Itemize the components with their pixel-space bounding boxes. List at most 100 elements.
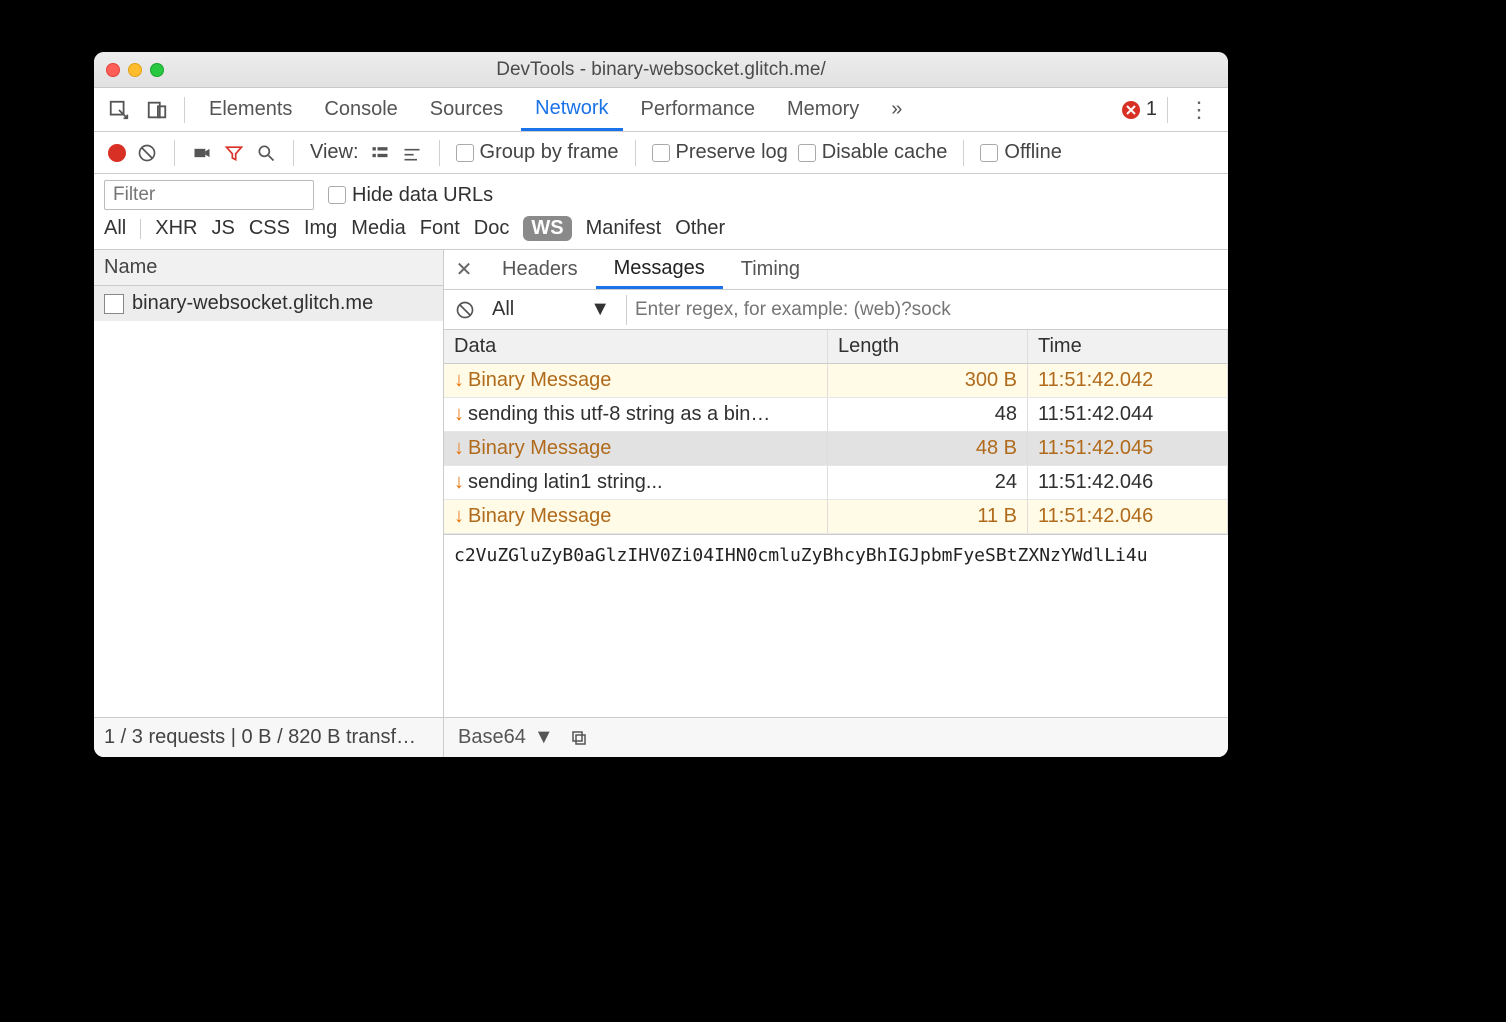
filter-type-manifest[interactable]: Manifest (586, 217, 662, 240)
disable-cache-checkbox[interactable]: Disable cache (798, 141, 948, 164)
messages-toolbar: All ▼ (444, 290, 1228, 330)
encoding-select[interactable]: Base64 ▼ (458, 726, 554, 749)
separator (174, 140, 175, 166)
clear-messages-icon[interactable] (454, 299, 476, 321)
tab-sources[interactable]: Sources (416, 88, 517, 131)
filter-icon[interactable] (223, 142, 245, 164)
direction-filter-select[interactable]: All ▼ (486, 295, 616, 325)
separator (963, 140, 964, 166)
message-time: 11:51:42.045 (1028, 432, 1228, 465)
request-summary: 1 / 3 requests | 0 B / 820 B transf… (94, 718, 444, 757)
filter-type-xhr[interactable]: XHR (155, 217, 197, 240)
close-detail-button[interactable]: ✕ (444, 257, 484, 282)
message-regex-input[interactable] (626, 295, 1218, 325)
filter-type-other[interactable]: Other (675, 217, 725, 240)
filter-type-ws[interactable]: WS (523, 216, 571, 241)
tab-elements[interactable]: Elements (195, 88, 306, 131)
message-data: Binary Message (468, 369, 611, 391)
offline-checkbox[interactable]: Offline (980, 141, 1061, 164)
window-controls (106, 63, 164, 77)
separator (293, 140, 294, 166)
message-row[interactable]: ↓sending this utf-8 string as a bin…4811… (444, 398, 1228, 432)
camera-icon[interactable] (191, 142, 213, 164)
arrow-down-icon: ↓ (454, 369, 464, 392)
subtab-headers[interactable]: Headers (484, 250, 596, 289)
view-label: View: (310, 141, 359, 164)
filter-type-doc[interactable]: Doc (474, 217, 510, 240)
message-length: 48 (828, 398, 1028, 431)
filter-type-media[interactable]: Media (351, 217, 405, 240)
message-data: sending latin1 string... (468, 471, 663, 493)
col-data[interactable]: Data (444, 330, 828, 363)
tab-network[interactable]: Network (521, 88, 622, 131)
minimize-window-button[interactable] (128, 63, 142, 77)
record-button[interactable] (108, 144, 126, 162)
request-list-pane: Name binary-websocket.glitch.me (94, 250, 444, 717)
col-time[interactable]: Time (1028, 330, 1228, 363)
detail-pane: ✕ Headers Messages Timing All ▼ (444, 250, 1228, 717)
arrow-down-icon: ↓ (454, 471, 464, 494)
request-row[interactable]: binary-websocket.glitch.me (94, 286, 443, 321)
chevron-down-icon: ▼ (534, 726, 554, 749)
large-rows-icon[interactable] (369, 142, 391, 164)
error-count: 1 (1146, 98, 1157, 121)
name-column-header[interactable]: Name (94, 250, 443, 286)
separator (439, 140, 440, 166)
message-row[interactable]: ↓Binary Message48 B11:51:42.045 (444, 432, 1228, 466)
filter-bar: Hide data URLs All XHR JS CSS Img Media … (94, 174, 1228, 249)
panel-tabstrip: Elements Console Sources Network Perform… (94, 88, 1228, 132)
hide-data-urls-checkbox[interactable]: Hide data URLs (328, 184, 493, 207)
message-row[interactable]: ↓sending latin1 string... 2411:51:42.046 (444, 466, 1228, 500)
arrow-down-icon: ↓ (454, 403, 464, 426)
separator (1167, 97, 1168, 123)
arrow-down-icon: ↓ (454, 437, 464, 460)
inspect-element-icon[interactable] (102, 93, 136, 127)
separator (635, 140, 636, 166)
filter-type-row: All XHR JS CSS Img Media Font Doc WS Man… (104, 216, 1218, 247)
filter-type-all[interactable]: All (104, 217, 126, 240)
clear-icon[interactable] (136, 142, 158, 164)
message-time: 11:51:42.046 (1028, 500, 1228, 533)
preserve-log-checkbox[interactable]: Preserve log (652, 141, 788, 164)
filter-type-css[interactable]: CSS (249, 217, 290, 240)
message-row[interactable]: ↓Binary Message11 B11:51:42.046 (444, 500, 1228, 534)
message-length: 300 B (828, 364, 1028, 397)
subtab-timing[interactable]: Timing (723, 250, 818, 289)
group-by-frame-checkbox[interactable]: Group by frame (456, 141, 619, 164)
tab-performance[interactable]: Performance (627, 88, 770, 131)
messages-table: Data Length Time ↓Binary Message300 B11:… (444, 330, 1228, 717)
toggle-device-icon[interactable] (140, 93, 174, 127)
filter-input[interactable] (104, 180, 314, 210)
separator (184, 97, 185, 123)
settings-menu-icon[interactable]: ⋮ (1178, 97, 1220, 123)
message-length: 11 B (828, 500, 1028, 533)
filter-type-font[interactable]: Font (420, 217, 460, 240)
detail-subtabs: ✕ Headers Messages Timing (444, 250, 1228, 290)
window-title: DevTools - binary-websocket.glitch.me/ (94, 59, 1228, 81)
col-length[interactable]: Length (828, 330, 1028, 363)
copy-icon[interactable] (568, 727, 590, 749)
request-name: binary-websocket.glitch.me (132, 292, 373, 315)
message-data: Binary Message (468, 437, 611, 459)
search-icon[interactable] (255, 142, 277, 164)
chevron-down-icon: ▼ (590, 298, 610, 321)
error-count-badge[interactable]: 1 (1122, 98, 1157, 121)
message-payload[interactable]: c2VuZGluZyB0aGlzIHV0Zi04IHN0cmluZyBhcyBh… (444, 534, 1228, 634)
tab-memory[interactable]: Memory (773, 88, 873, 131)
tab-console[interactable]: Console (310, 88, 411, 131)
close-window-button[interactable] (106, 63, 120, 77)
message-row[interactable]: ↓Binary Message300 B11:51:42.042 (444, 364, 1228, 398)
filter-type-js[interactable]: JS (211, 217, 234, 240)
more-tabs-button[interactable]: » (877, 88, 916, 131)
zoom-window-button[interactable] (150, 63, 164, 77)
message-time: 11:51:42.046 (1028, 466, 1228, 499)
message-data: Binary Message (468, 505, 611, 527)
filter-type-img[interactable]: Img (304, 217, 337, 240)
network-toolbar: View: Group by frame Preserve log Disabl… (94, 132, 1228, 174)
message-length: 24 (828, 466, 1028, 499)
error-icon (1122, 101, 1140, 119)
subtab-messages[interactable]: Messages (596, 250, 723, 289)
main-split: Name binary-websocket.glitch.me ✕ Header… (94, 249, 1228, 717)
overview-icon[interactable] (401, 142, 423, 164)
messages-table-header: Data Length Time (444, 330, 1228, 364)
